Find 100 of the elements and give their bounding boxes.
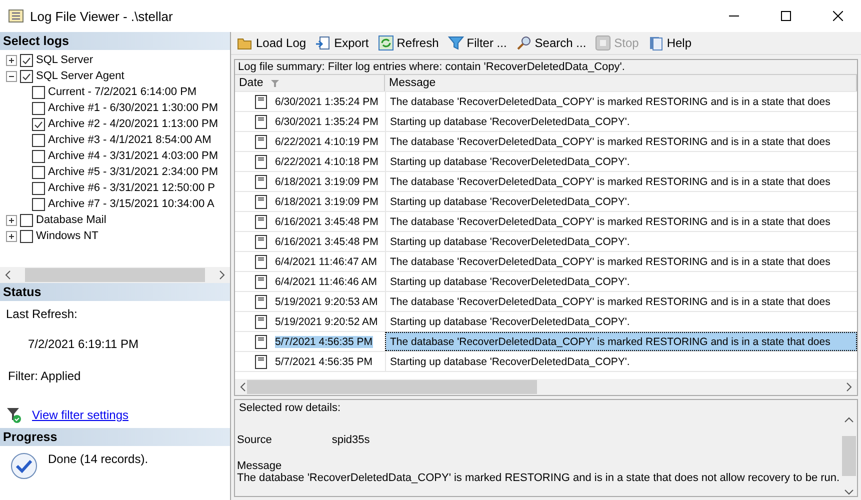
checkbox[interactable]: [32, 182, 45, 194]
filter-icon: [6, 407, 22, 423]
checkbox[interactable]: [32, 166, 45, 178]
tree-item[interactable]: SQL Server Agent: [36, 70, 124, 82]
message-cell[interactable]: The database 'RecoverDeletedData_COPY' is marked RESTORING and is in a state that does: [385, 92, 857, 111]
log-entry-icon: [255, 314, 267, 328]
checkbox[interactable]: [20, 230, 33, 242]
tree-item[interactable]: SQL Server: [36, 54, 94, 66]
message-cell[interactable]: The database 'RecoverDeletedData_COPY' is marked RESTORING and is in a state that does: [385, 132, 857, 151]
scroll-left-icon[interactable]: [4, 270, 12, 280]
search-icon: [516, 35, 532, 51]
message-label: Message: [237, 460, 283, 472]
view-filter-settings-link[interactable]: View filter settings: [32, 408, 128, 422]
date-cell[interactable]: 5/19/2021 9:20:52 AM: [275, 316, 378, 328]
column-header[interactable]: Message: [385, 75, 857, 91]
tree-item[interactable]: Database Mail: [36, 214, 106, 226]
section-header: Select logs: [0, 32, 230, 50]
log-entry-icon: [255, 214, 267, 228]
tree-item[interactable]: Current - 7/2/2021 6:14:00 PM: [48, 86, 197, 98]
checkbox[interactable]: [32, 86, 45, 98]
message-text: The database 'RecoverDeletedData_COPY' is marked RESTORING and is in a state that does not allow recovery to be run.: [237, 472, 841, 484]
progress-text: Done (14 records).: [48, 452, 148, 468]
log-entry-icon: [255, 194, 267, 208]
message-cell[interactable]: Starting up database 'RecoverDeletedData_COPY'.: [385, 192, 857, 211]
log-entry-icon: [255, 174, 267, 188]
scroll-down-icon[interactable]: [844, 488, 854, 496]
filter-status: Filter: Applied: [8, 369, 82, 383]
date-cell[interactable]: 6/22/2021 4:10:19 PM: [275, 136, 378, 148]
toolbar-button[interactable]: Export: [313, 34, 371, 52]
section-header: Status: [0, 283, 230, 301]
log-entry-icon: [255, 254, 267, 268]
date-cell[interactable]: 6/4/2021 11:46:47 AM: [275, 256, 377, 268]
last-refresh-time: 7/2/2021 6:19:11 PM: [28, 337, 140, 351]
expand-icon[interactable]: [6, 214, 17, 226]
message-cell[interactable]: Starting up database 'RecoverDeletedData_COPY'.: [385, 272, 857, 291]
horizontal-scrollbar[interactable]: [0, 267, 230, 283]
message-cell[interactable]: Starting up database 'RecoverDeletedData_COPY'.: [385, 352, 857, 371]
date-cell[interactable]: 5/19/2021 9:20:53 AM: [275, 296, 378, 308]
horizontal-scrollbar[interactable]: [235, 379, 857, 395]
date-cell[interactable]: 5/7/2021 4:56:35 PM: [275, 336, 372, 348]
date-cell[interactable]: 5/7/2021 4:56:35 PM: [275, 356, 372, 368]
scroll-right-icon[interactable]: [845, 382, 853, 392]
tree-item[interactable]: Archive #4 - 3/31/2021 4:03:00 PM: [48, 150, 218, 162]
last-refresh-label: Last Refresh:: [6, 307, 78, 321]
message-cell[interactable]: The database 'RecoverDeletedData_COPY' is marked RESTORING and is in a state that does: [385, 172, 857, 191]
scroll-right-icon[interactable]: [218, 270, 226, 280]
toolbar-button[interactable]: Load Log: [235, 34, 308, 52]
date-cell[interactable]: 6/16/2021 3:45:48 PM: [275, 216, 378, 228]
help-icon: [648, 35, 664, 51]
toolbar-button[interactable]: Refresh: [376, 34, 441, 52]
message-cell[interactable]: The database 'RecoverDeletedData_COPY' is marked RESTORING and is in a state that does: [385, 212, 857, 231]
tree-item[interactable]: Archive #5 - 3/31/2021 2:34:00 PM: [48, 166, 218, 178]
message-cell[interactable]: Starting up database 'RecoverDeletedData_COPY'.: [385, 112, 857, 131]
vertical-scrollbar[interactable]: [841, 416, 857, 496]
tree-item[interactable]: Archive #6 - 3/31/2021 12:50:00 P: [48, 182, 215, 194]
tree-item[interactable]: Archive #3 - 4/1/2021 8:54:00 AM: [48, 134, 212, 146]
toolbar-button[interactable]: Help: [646, 34, 694, 52]
toolbar-button[interactable]: Search ...: [514, 34, 588, 52]
expand-icon[interactable]: [6, 230, 17, 242]
tree-item[interactable]: Archive #7 - 3/15/2021 10:34:00 A: [48, 198, 214, 210]
message-cell[interactable]: The database 'RecoverDeletedData_COPY' is marked RESTORING and is in a state that does: [385, 252, 857, 271]
toolbar-button[interactable]: Filter ...: [446, 34, 509, 52]
source-label: Source: [237, 434, 272, 446]
tree-item[interactable]: Windows NT: [36, 230, 98, 242]
date-cell[interactable]: 6/4/2021 11:46:46 AM: [275, 276, 377, 288]
checkbox[interactable]: [32, 150, 45, 162]
maximize-icon: [781, 11, 791, 21]
scroll-left-icon[interactable]: [239, 382, 247, 392]
checkbox[interactable]: [20, 54, 33, 66]
app-icon: [8, 8, 24, 24]
checkbox[interactable]: [32, 134, 45, 146]
checkbox[interactable]: [32, 102, 45, 114]
checkbox[interactable]: [20, 214, 33, 226]
checkbox[interactable]: [32, 198, 45, 210]
checkbox[interactable]: [20, 70, 33, 82]
tree-item[interactable]: Archive #1 - 6/30/2021 1:30:00 PM: [48, 102, 218, 114]
expand-icon[interactable]: [6, 54, 17, 66]
date-cell[interactable]: 6/30/2021 1:35:24 PM: [275, 116, 378, 128]
window-title: Log File Viewer - .\stellar: [30, 8, 174, 24]
scroll-up-icon[interactable]: [844, 416, 854, 424]
message-cell[interactable]: Starting up database 'RecoverDeletedData_COPY'.: [385, 312, 857, 331]
date-cell[interactable]: 6/18/2021 3:19:09 PM: [275, 196, 378, 208]
column-header[interactable]: Date: [235, 75, 385, 91]
log-summary: Log file summary: Filter log entries where: contain 'RecoverDeletedData_Copy'.: [235, 60, 857, 75]
message-cell[interactable]: Starting up database 'RecoverDeletedData_COPY'.: [385, 232, 857, 251]
log-entry-icon: [255, 274, 267, 288]
log-entry-icon: [255, 334, 267, 348]
checkbox[interactable]: [32, 118, 45, 130]
date-cell[interactable]: 6/30/2021 1:35:24 PM: [275, 96, 378, 108]
message-cell[interactable]: The database 'RecoverDeletedData_COPY' is marked RESTORING and is in a state that does: [385, 292, 857, 311]
tree-item[interactable]: Archive #2 - 4/20/2021 1:13:00 PM: [48, 118, 218, 130]
message-cell[interactable]: Starting up database 'RecoverDeletedData_COPY'.: [385, 152, 857, 171]
message-cell[interactable]: The database 'RecoverDeletedData_COPY' is marked RESTORING and is in a state that does: [385, 332, 857, 351]
date-cell[interactable]: 6/16/2021 3:45:48 PM: [275, 236, 378, 248]
collapse-icon[interactable]: [6, 70, 17, 82]
details-header: Selected row details:: [238, 402, 342, 414]
date-cell[interactable]: 6/22/2021 4:10:18 PM: [275, 156, 378, 168]
log-entry-icon: [255, 134, 267, 148]
filter-icon: [271, 79, 280, 87]
date-cell[interactable]: 6/18/2021 3:19:09 PM: [275, 176, 378, 188]
